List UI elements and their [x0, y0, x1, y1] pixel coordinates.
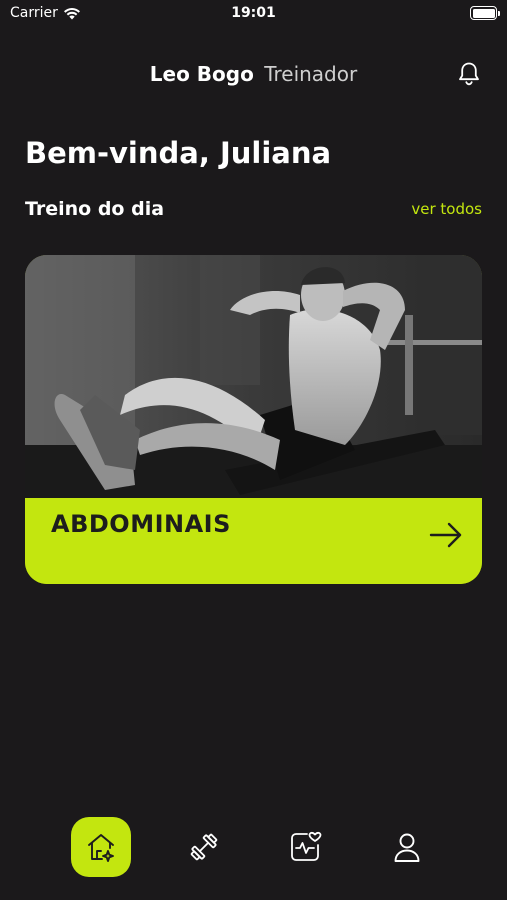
status-time: 19:01: [231, 5, 276, 21]
workout-title: ABDOMINAIS: [51, 510, 231, 538]
workout-image: [25, 255, 482, 498]
section-title: Treino do dia: [25, 198, 165, 220]
dumbbell-icon: [190, 833, 218, 861]
bottom-tab-bar: [0, 815, 507, 879]
app-header: Leo Bogo Treinador: [0, 60, 507, 88]
bell-icon: [459, 62, 479, 86]
battery-icon: [470, 6, 500, 20]
greeting-title: Bem-vinda, Juliana: [25, 136, 332, 170]
tab-workouts[interactable]: [174, 817, 234, 877]
tab-home[interactable]: [71, 817, 131, 877]
brand-name: Leo Bogo: [149, 62, 254, 86]
tab-health[interactable]: [275, 817, 335, 877]
notifications-button[interactable]: [455, 60, 483, 88]
workout-card[interactable]: ABDOMINAIS: [25, 255, 482, 584]
brand-title: Leo Bogo Treinador: [0, 60, 507, 88]
home-sparkle-icon: [88, 834, 114, 862]
workout-photo-illustration: [25, 255, 482, 498]
arrow-right-icon[interactable]: [428, 520, 464, 550]
workout-section-header: Treino do dia ver todos: [25, 196, 482, 222]
workout-card-footer: ABDOMINAIS: [25, 498, 482, 584]
status-bar: Carrier 19:01: [0, 0, 507, 30]
see-all-link[interactable]: ver todos: [411, 200, 482, 218]
tab-profile[interactable]: [377, 817, 437, 877]
heart-activity-icon: [291, 831, 322, 861]
brand-role: Treinador: [264, 62, 358, 86]
user-icon: [394, 833, 420, 862]
